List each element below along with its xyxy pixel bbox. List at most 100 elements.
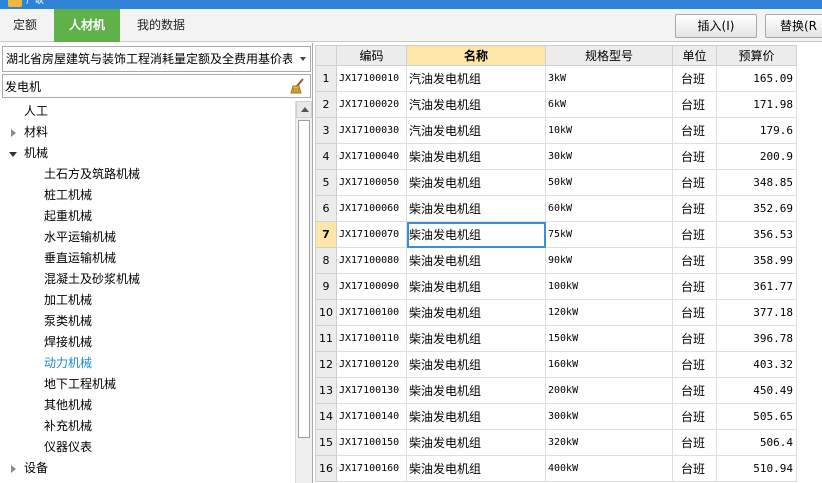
tree-node-concrete-mortar[interactable]: 混凝土及砂浆机械	[44, 269, 140, 290]
tree-node-labor[interactable]: 人工	[24, 101, 48, 122]
unit-cell[interactable]: 台班	[672, 221, 717, 248]
price-cell[interactable]: 352.69	[716, 195, 797, 222]
insert-button[interactable]: 插入(I)	[675, 14, 757, 38]
table-row[interactable]: 16 JX17100160 柴油发电机组 400kW 台班 510.94	[315, 455, 797, 482]
spec-cell[interactable]: 120kW	[545, 299, 673, 326]
price-cell[interactable]: 377.18	[716, 299, 797, 326]
name-cell[interactable]: 柴油发电机组	[406, 403, 546, 430]
row-number-cell[interactable]: 13	[315, 377, 337, 404]
spec-cell[interactable]: 10kW	[545, 117, 673, 144]
table-row[interactable]: 7 JX17100070 柴油发电机组 75kW 台班 356.53	[315, 221, 797, 248]
price-cell[interactable]: 179.6	[716, 117, 797, 144]
name-cell[interactable]: 柴油发电机组	[406, 351, 546, 378]
tree-node-lifting-machinery[interactable]: 起重机械	[44, 206, 92, 227]
tab-labor-material-machine[interactable]: 人材机	[54, 9, 120, 42]
unit-cell[interactable]: 台班	[672, 455, 717, 482]
column-header-unit[interactable]: 单位	[672, 45, 717, 66]
name-cell[interactable]: 柴油发电机组	[406, 325, 546, 352]
search-input[interactable]	[5, 76, 285, 96]
spec-cell[interactable]: 150kW	[545, 325, 673, 352]
spec-cell[interactable]: 90kW	[545, 247, 673, 274]
row-number-cell[interactable]: 7	[315, 221, 337, 248]
table-row[interactable]: 8 JX17100080 柴油发电机组 90kW 台班 358.99	[315, 247, 797, 274]
spec-cell[interactable]: 160kW	[545, 351, 673, 378]
tree-node-other-machinery[interactable]: 其他机械	[44, 395, 92, 416]
table-row[interactable]: 13 JX17100130 柴油发电机组 200kW 台班 450.49	[315, 377, 797, 404]
code-cell[interactable]: JX17100080	[336, 247, 407, 274]
row-number-cell[interactable]: 2	[315, 91, 337, 118]
code-cell[interactable]: JX17100160	[336, 455, 407, 482]
price-cell[interactable]: 403.32	[716, 351, 797, 378]
code-cell[interactable]: JX17100090	[336, 273, 407, 300]
price-cell[interactable]: 396.78	[716, 325, 797, 352]
name-cell[interactable]: 柴油发电机组	[406, 299, 546, 326]
code-cell[interactable]: JX17100100	[336, 299, 407, 326]
tree-node-material[interactable]: 材料	[24, 122, 48, 143]
tree-node-pump-machinery[interactable]: 泵类机械	[44, 311, 92, 332]
column-header-spec[interactable]: 规格型号	[545, 45, 673, 66]
row-number-cell[interactable]: 6	[315, 195, 337, 222]
table-row[interactable]: 6 JX17100060 柴油发电机组 60kW 台班 352.69	[315, 195, 797, 222]
spec-cell[interactable]: 320kW	[545, 429, 673, 456]
row-number-cell[interactable]: 4	[315, 143, 337, 170]
row-number-cell[interactable]: 16	[315, 455, 337, 482]
name-cell[interactable]: 汽油发电机组	[406, 65, 546, 92]
name-cell[interactable]: 柴油发电机组	[406, 273, 546, 300]
replace-button[interactable]: 替换(R	[765, 14, 822, 38]
row-number-cell[interactable]: 9	[315, 273, 337, 300]
price-cell[interactable]: 510.94	[716, 455, 797, 482]
unit-cell[interactable]: 台班	[672, 247, 717, 274]
spec-cell[interactable]: 100kW	[545, 273, 673, 300]
tree-node-welding-machinery[interactable]: 焊接机械	[44, 332, 92, 353]
code-cell[interactable]: JX17100110	[336, 325, 407, 352]
name-cell[interactable]: 柴油发电机组	[406, 169, 546, 196]
name-cell[interactable]: 柴油发电机组	[406, 247, 546, 274]
code-cell[interactable]: JX17100120	[336, 351, 407, 378]
collapse-arrow-icon[interactable]	[9, 152, 17, 157]
code-cell[interactable]: JX17100070	[336, 221, 407, 248]
tree-node-instruments[interactable]: 仪器仪表	[44, 437, 92, 458]
unit-cell[interactable]: 台班	[672, 65, 717, 92]
scroll-up-icon[interactable]	[296, 101, 312, 118]
row-number-cell[interactable]: 14	[315, 403, 337, 430]
price-cell[interactable]: 358.99	[716, 247, 797, 274]
price-cell[interactable]: 356.53	[716, 221, 797, 248]
table-row[interactable]: 3 JX17100030 汽油发电机组 10kW 台班 179.6	[315, 117, 797, 144]
unit-cell[interactable]: 台班	[672, 403, 717, 430]
table-row[interactable]: 10 JX17100100 柴油发电机组 120kW 台班 377.18	[315, 299, 797, 326]
unit-cell[interactable]: 台班	[672, 169, 717, 196]
column-header-price[interactable]: 预算价	[716, 45, 797, 66]
unit-cell[interactable]: 台班	[672, 117, 717, 144]
tree-node-power-machinery[interactable]: 动力机械	[44, 353, 92, 374]
name-cell[interactable]: 柴油发电机组	[406, 377, 546, 404]
row-number-cell[interactable]: 12	[315, 351, 337, 378]
code-cell[interactable]: JX17100010	[336, 65, 407, 92]
tree-node-horizontal-transport[interactable]: 水平运输机械	[44, 227, 116, 248]
spec-cell[interactable]: 400kW	[545, 455, 673, 482]
table-row[interactable]: 1 JX17100010 汽油发电机组 3kW 台班 165.09	[315, 65, 797, 92]
tab-quota[interactable]: 定额	[0, 9, 50, 42]
row-number-cell[interactable]: 8	[315, 247, 337, 274]
name-cell[interactable]: 柴油发电机组	[406, 455, 546, 482]
spec-cell[interactable]: 6kW	[545, 91, 673, 118]
code-cell[interactable]: JX17100140	[336, 403, 407, 430]
name-cell[interactable]: 汽油发电机组	[406, 91, 546, 118]
table-row[interactable]: 9 JX17100090 柴油发电机组 100kW 台班 361.77	[315, 273, 797, 300]
unit-cell[interactable]: 台班	[672, 273, 717, 300]
code-cell[interactable]: JX17100020	[336, 91, 407, 118]
row-number-cell[interactable]: 1	[315, 65, 337, 92]
unit-cell[interactable]: 台班	[672, 377, 717, 404]
tree-node-piling-machinery[interactable]: 桩工机械	[44, 185, 92, 206]
code-cell[interactable]: JX17100060	[336, 195, 407, 222]
spec-cell[interactable]: 300kW	[545, 403, 673, 430]
row-number-cell[interactable]: 15	[315, 429, 337, 456]
unit-cell[interactable]: 台班	[672, 143, 717, 170]
spec-cell[interactable]: 60kW	[545, 195, 673, 222]
name-cell[interactable]: 柴油发电机组	[406, 143, 546, 170]
table-row[interactable]: 4 JX17100040 柴油发电机组 30kW 台班 200.9	[315, 143, 797, 170]
tree-node-supplementary-machinery[interactable]: 补充机械	[44, 416, 92, 437]
table-row[interactable]: 12 JX17100120 柴油发电机组 160kW 台班 403.32	[315, 351, 797, 378]
unit-cell[interactable]: 台班	[672, 429, 717, 456]
tree-node-underground-machinery[interactable]: 地下工程机械	[44, 374, 116, 395]
price-cell[interactable]: 200.9	[716, 143, 797, 170]
